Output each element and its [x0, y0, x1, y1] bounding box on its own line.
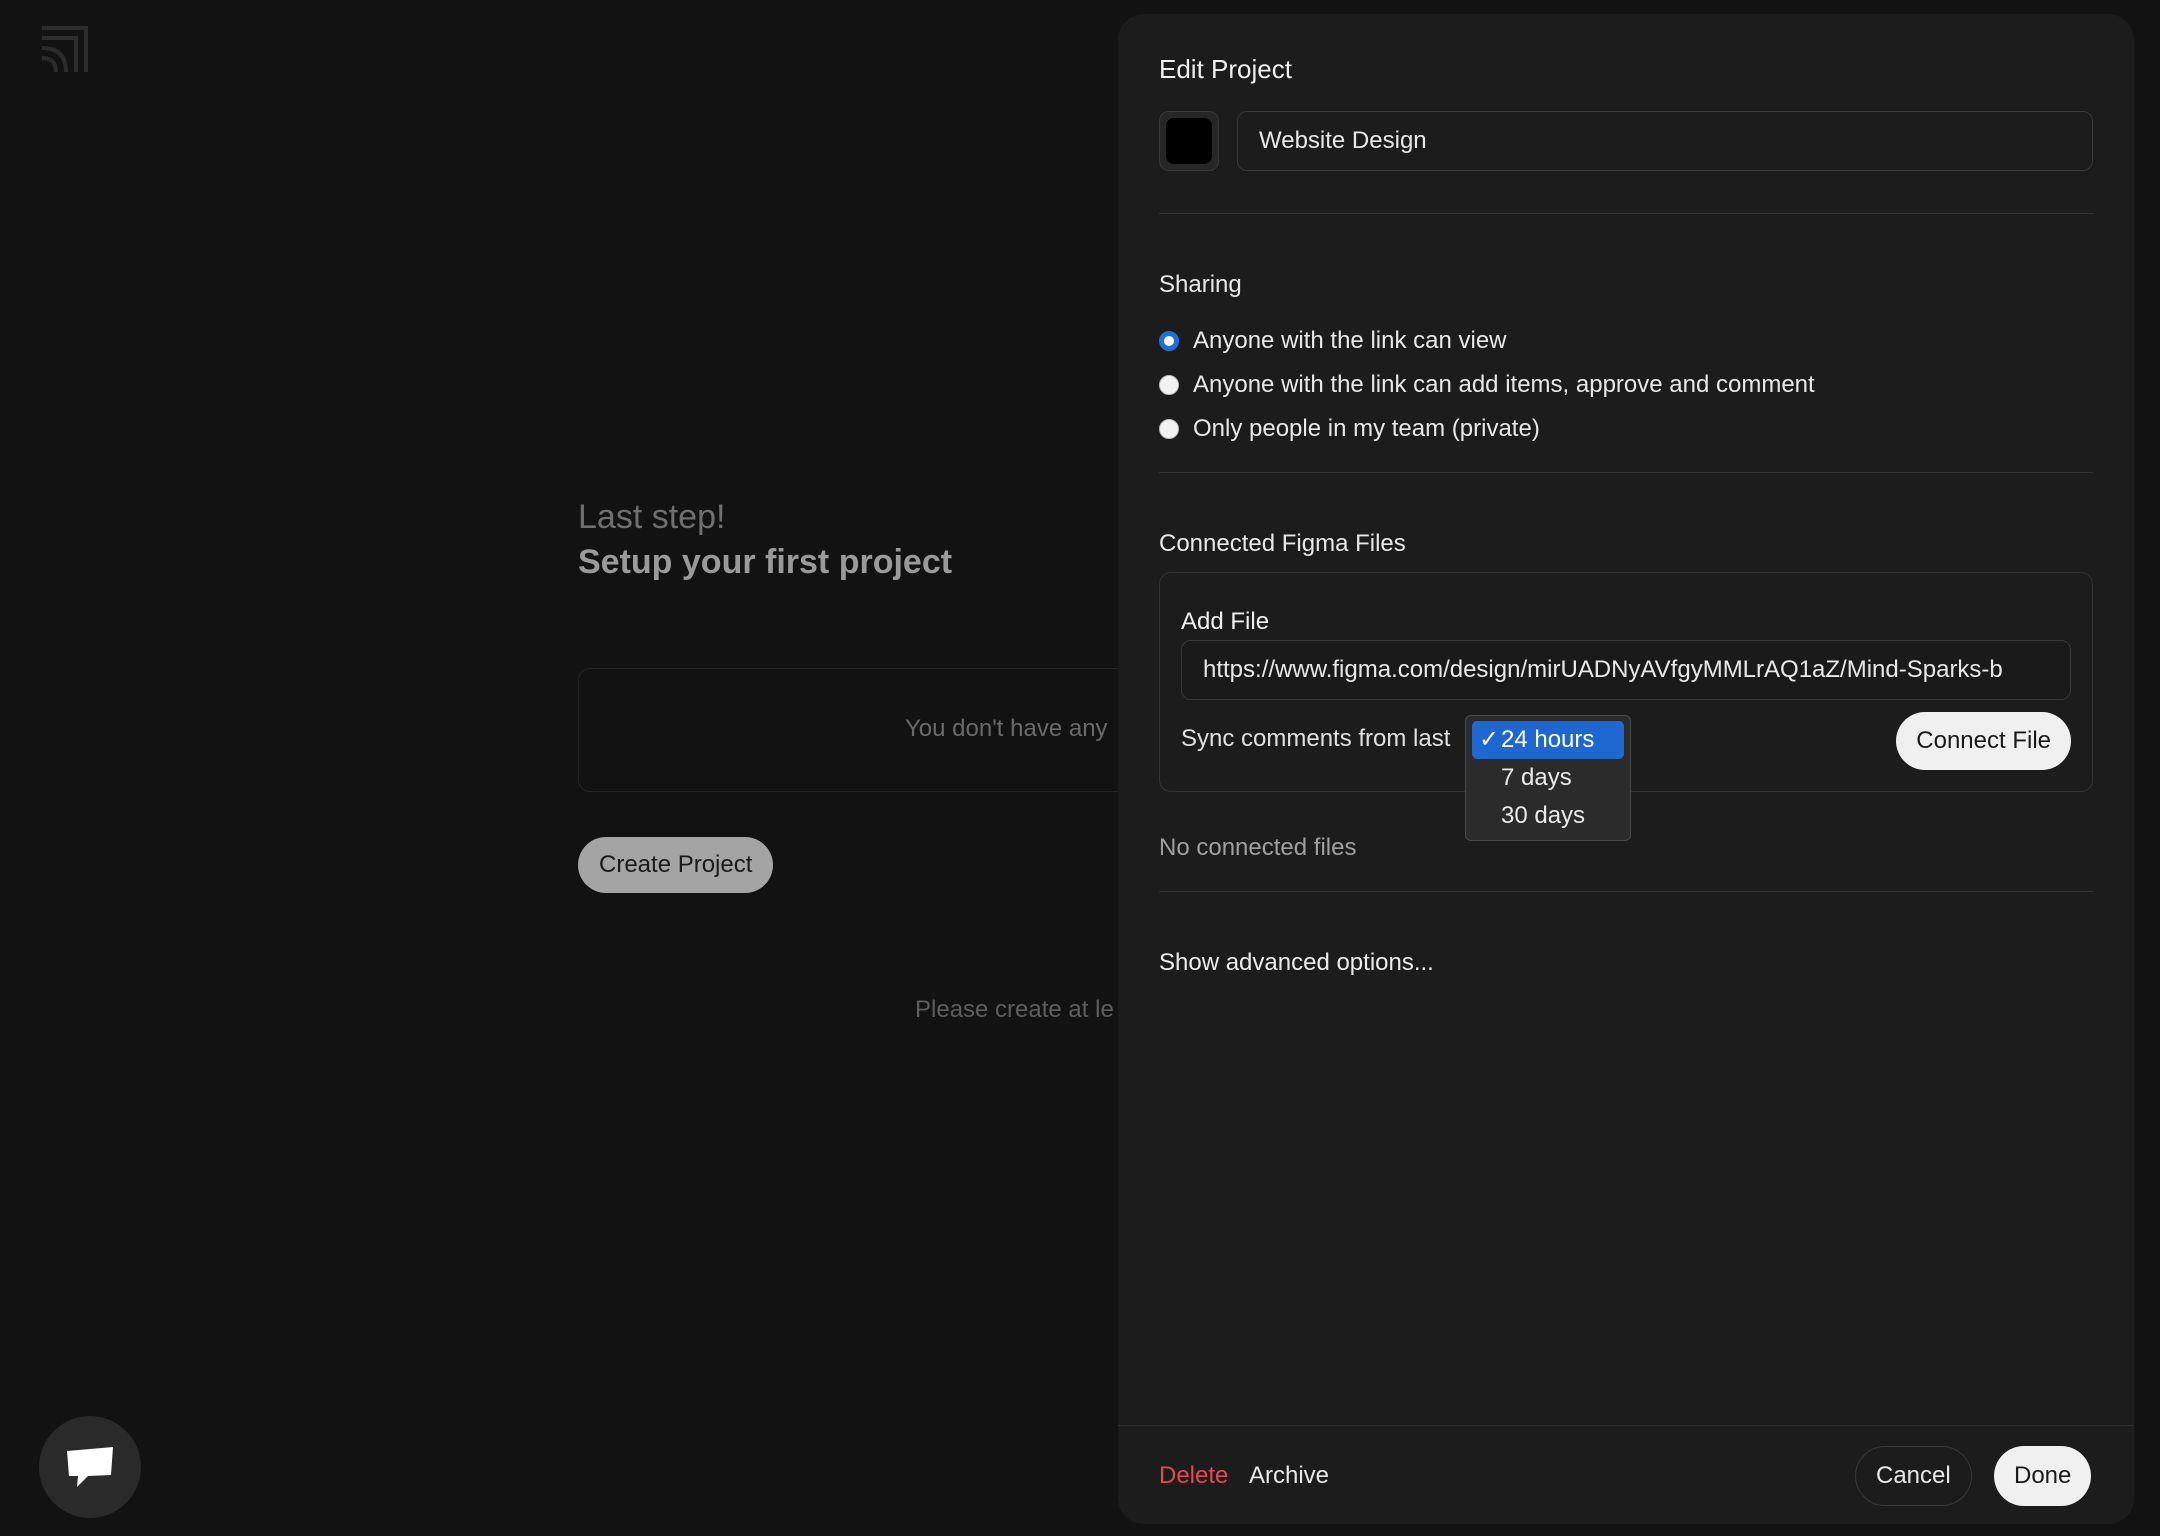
onboarding-title: Setup your first project [578, 543, 953, 581]
archive-button[interactable]: Archive [1249, 1462, 1329, 1490]
onboarding-helper-text: Please create at le [915, 996, 1114, 1023]
figma-url-input[interactable] [1181, 640, 2071, 700]
sharing-option-label: Anyone with the link can add items, appr… [1193, 371, 1815, 398]
onboarding-subheading: Last step! [578, 498, 726, 536]
checkmark-icon: ✓ [1479, 726, 1500, 753]
sharing-option-edit[interactable]: Anyone with the link can add items, appr… [1159, 371, 1815, 399]
divider [1159, 891, 2093, 892]
cancel-button[interactable]: Cancel [1855, 1446, 1972, 1506]
show-advanced-options-link[interactable]: Show advanced options... [1159, 949, 1434, 977]
project-name-input[interactable] [1237, 111, 2093, 171]
sharing-option-view[interactable]: Anyone with the link can view [1159, 327, 1507, 355]
chat-bubble-icon [67, 1447, 113, 1487]
create-project-button[interactable]: Create Project [578, 837, 774, 893]
radio-button[interactable] [1159, 331, 1179, 351]
panel-title: Edit Project [1159, 54, 1292, 84]
radio-button[interactable] [1159, 419, 1179, 439]
chat-button[interactable] [39, 1416, 141, 1518]
delete-button[interactable]: Delete [1159, 1462, 1228, 1490]
onboarding-heading: Last step! Setup your first project [578, 498, 952, 582]
connect-file-button[interactable]: Connect File [1896, 712, 2071, 770]
edit-project-panel: Edit Project Sharing Anyone with the lin… [1118, 14, 2134, 1524]
sync-option-7-days[interactable]: 7 days [1472, 759, 1624, 797]
sync-comments-label: Sync comments from last [1181, 725, 1451, 752]
add-file-label: Add File [1181, 608, 1270, 635]
done-button[interactable]: Done [1994, 1446, 2092, 1506]
sync-option-label: 7 days [1501, 764, 1572, 791]
sync-option-label: 30 days [1501, 802, 1586, 829]
project-color-picker[interactable] [1159, 111, 1219, 171]
app-logo-icon [41, 26, 88, 73]
sync-option-24-hours[interactable]: ✓ 24 hours [1472, 721, 1624, 759]
no-connected-files-text: No connected files [1159, 834, 1357, 861]
divider [1159, 472, 2093, 473]
sync-option-30-days[interactable]: 30 days [1472, 797, 1624, 835]
sync-option-label: 24 hours [1501, 726, 1595, 753]
sharing-option-label: Only people in my team (private) [1193, 415, 1540, 442]
figma-files-title: Connected Figma Files [1159, 530, 1406, 557]
sync-period-dropdown[interactable]: ✓ 24 hours 7 days 30 days [1465, 715, 1631, 841]
radio-button[interactable] [1159, 375, 1179, 395]
sharing-title: Sharing [1159, 271, 1242, 298]
project-color-swatch [1166, 118, 1212, 164]
divider [1159, 213, 2093, 214]
sharing-option-label: Anyone with the link can view [1193, 327, 1507, 354]
empty-state-text: You don't have any [905, 715, 1108, 742]
sharing-option-private[interactable]: Only people in my team (private) [1159, 415, 1540, 443]
panel-footer: Delete Archive Cancel Done [1118, 1425, 2134, 1524]
